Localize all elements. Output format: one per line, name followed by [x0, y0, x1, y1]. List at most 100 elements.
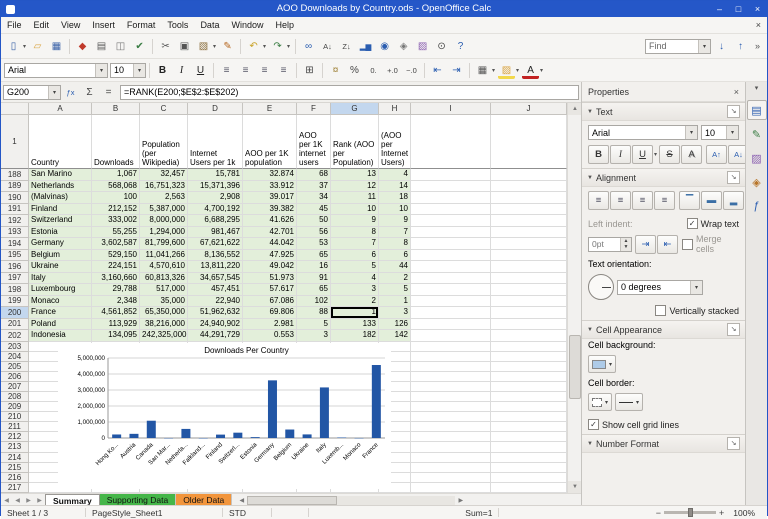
cell-H202[interactable]: 142 — [379, 330, 411, 342]
sidebar-font-size-dropdown-icon[interactable]: ▾ — [726, 126, 738, 139]
cell-B1[interactable]: Downloads — [92, 115, 140, 169]
cell-F193[interactable]: 56 — [297, 227, 331, 239]
sort-ascending-icon[interactable]: A↓ — [319, 38, 336, 55]
menu-data[interactable]: Data — [194, 17, 225, 33]
cell-G198[interactable]: 3 — [331, 284, 379, 296]
cell-A193[interactable]: Estonia — [29, 227, 92, 239]
cell-J204[interactable] — [491, 352, 567, 362]
cell-B190[interactable]: 100 — [92, 192, 140, 204]
cell-J202[interactable] — [491, 330, 567, 342]
cell-C197[interactable]: 60,813,326 — [140, 273, 188, 285]
cell-I208[interactable] — [411, 392, 491, 402]
cell-I195[interactable] — [411, 250, 491, 262]
format-paintbrush-icon[interactable]: ✎ — [219, 38, 236, 55]
cell-A198[interactable]: Luxembourg — [29, 284, 92, 296]
last-sheet-button[interactable]: ▶ — [34, 497, 45, 504]
cell-C1[interactable]: Population (per Wikipedia) — [140, 115, 188, 169]
align-center-icon[interactable]: ≡ — [610, 191, 631, 210]
cell-J213[interactable] — [491, 442, 567, 452]
column-header-J[interactable]: J — [491, 103, 567, 115]
cell-C202[interactable]: 242,325,000 — [140, 330, 188, 342]
find-dropdown-icon[interactable]: ▾ — [698, 40, 710, 53]
align-right-icon[interactable]: ≡ — [256, 62, 273, 79]
cell-F194[interactable]: 53 — [297, 238, 331, 250]
menu-help[interactable]: Help — [269, 17, 300, 33]
cell-H193[interactable]: 7 — [379, 227, 411, 239]
vertical-scroll-track[interactable] — [568, 115, 582, 481]
cell-J200[interactable] — [491, 307, 567, 319]
cell-E188[interactable]: 32.874 — [243, 169, 297, 181]
cell-G189[interactable]: 12 — [331, 181, 379, 193]
cell-E193[interactable]: 42.701 — [243, 227, 297, 239]
gallery-deck-icon[interactable]: ▨ — [747, 148, 767, 168]
cell-D198[interactable]: 457,451 — [188, 284, 243, 296]
row-header-204[interactable]: 204 — [1, 352, 29, 362]
cell-I214[interactable] — [411, 453, 491, 463]
cell-E194[interactable]: 44.042 — [243, 238, 297, 250]
column-header-I[interactable]: I — [411, 103, 491, 115]
cell-A197[interactable]: Italy — [29, 273, 92, 285]
bold-icon[interactable]: B — [154, 62, 171, 79]
align-center-vertically-icon[interactable]: ▬ — [701, 191, 722, 210]
cell-A202[interactable]: Indonesia — [29, 330, 92, 342]
cell-A200[interactable]: France — [29, 307, 92, 319]
alignment-more-options-button[interactable]: ↘ — [727, 171, 740, 184]
row-header-189[interactable]: 189 — [1, 181, 29, 193]
decrease-indent-icon[interactable]: ⇤ — [429, 62, 446, 79]
cell-J196[interactable] — [491, 261, 567, 273]
cell-D197[interactable]: 34,657,545 — [188, 273, 243, 285]
select-all-corner[interactable] — [1, 103, 29, 115]
cell-A194[interactable]: Germany — [29, 238, 92, 250]
row-header-206[interactable]: 206 — [1, 372, 29, 382]
maximize-button[interactable]: □ — [729, 1, 748, 17]
align-bottom-icon[interactable]: ▂ — [723, 191, 744, 210]
cell-H189[interactable]: 14 — [379, 181, 411, 193]
row-header-192[interactable]: 192 — [1, 215, 29, 227]
cell-A1[interactable]: Country — [29, 115, 92, 169]
row-header-207[interactable]: 207 — [1, 382, 29, 392]
row-header-1[interactable]: 1 — [1, 115, 29, 169]
cell-A188[interactable]: San Marino — [29, 169, 92, 181]
cell-C192[interactable]: 8,000,000 — [140, 215, 188, 227]
row-header-200[interactable]: 200 — [1, 307, 29, 319]
cell-I215[interactable] — [411, 463, 491, 473]
cell-E192[interactable]: 41.626 — [243, 215, 297, 227]
cell-I212[interactable] — [411, 432, 491, 442]
cell-H197[interactable]: 2 — [379, 273, 411, 285]
text-section-header[interactable]: ▼ Text ↘ — [582, 102, 745, 121]
cell-G196[interactable]: 5 — [331, 261, 379, 273]
horizontal-scroll-track[interactable] — [247, 496, 455, 505]
close-document-icon[interactable]: × — [750, 20, 767, 30]
redo-dropdown-icon[interactable]: ▾ — [287, 43, 290, 50]
open-folder-icon[interactable]: ▱ — [29, 38, 46, 55]
cell-F201[interactable]: 5 — [297, 319, 331, 331]
cell-I202[interactable] — [411, 330, 491, 342]
left-indent-stepper[interactable]: 0pt ▲▼ — [588, 237, 632, 252]
cell-H201[interactable]: 126 — [379, 319, 411, 331]
strikethrough-icon[interactable]: S — [659, 145, 680, 164]
cell-E190[interactable]: 39.017 — [243, 192, 297, 204]
cell-B196[interactable]: 224,151 — [92, 261, 140, 273]
increase-font-size-icon[interactable]: A↑ — [706, 145, 727, 164]
underline-icon[interactable]: U — [632, 145, 653, 164]
page-preview-icon[interactable]: ◫ — [112, 38, 129, 55]
row-header-212[interactable]: 212 — [1, 432, 29, 442]
align-left-icon[interactable]: ≡ — [588, 191, 609, 210]
zoom-out-button[interactable]: − — [656, 508, 661, 518]
cell-I206[interactable] — [411, 372, 491, 382]
page-style-indicator[interactable]: PageStyle_Sheet1 — [86, 508, 222, 518]
expander-icon[interactable]: ▼ — [587, 441, 593, 447]
cell-F190[interactable]: 34 — [297, 192, 331, 204]
cell-J207[interactable] — [491, 382, 567, 392]
cell-A201[interactable]: Poland — [29, 319, 92, 331]
row-header-211[interactable]: 211 — [1, 422, 29, 432]
cell-I191[interactable] — [411, 204, 491, 216]
cell-J210[interactable] — [491, 412, 567, 422]
cell-H188[interactable]: 4 — [379, 169, 411, 181]
column-header-H[interactable]: H — [379, 103, 411, 115]
cell-B195[interactable]: 529,150 — [92, 250, 140, 262]
cell-I196[interactable] — [411, 261, 491, 273]
align-left-icon[interactable]: ≡ — [218, 62, 235, 79]
cell-E200[interactable]: 69.806 — [243, 307, 297, 319]
cell-I217[interactable] — [411, 483, 491, 493]
